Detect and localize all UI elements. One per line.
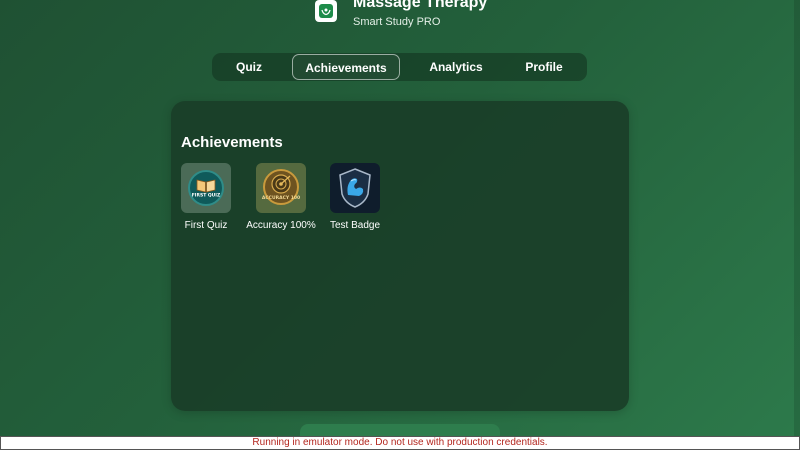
badge-label: Accuracy 100% — [246, 220, 316, 231]
svg-text:FIRST QUIZ: FIRST QUIZ — [192, 193, 221, 199]
badge-label: First Quiz — [184, 220, 228, 231]
svg-text:ACCURACY 100: ACCURACY 100 — [262, 195, 300, 201]
badge-first-quiz[interactable]: FIRST QUIZ First Quiz — [166, 163, 246, 231]
badge-test-badge[interactable]: Test Badge — [315, 163, 395, 231]
hands-logo-icon — [315, 0, 337, 22]
badge-label: Test Badge — [329, 220, 381, 231]
achievements-panel: Achievements FIRST QUIZ First Quiz ACCUR… — [171, 101, 629, 411]
emulator-warning-banner: Running in emulator mode. Do not use wit… — [0, 436, 800, 450]
panel-title: Achievements — [181, 134, 283, 151]
app-title: Massage Therapy — [353, 0, 488, 11]
flexed-arm-shield-icon — [330, 163, 380, 213]
tab-quiz[interactable]: Quiz — [222, 54, 276, 80]
tab-bar: Quiz Achievements Analytics Profile — [212, 53, 587, 81]
tab-profile[interactable]: Profile — [517, 54, 571, 80]
badge-accuracy-100[interactable]: ACCURACY 100 Accuracy 100% — [241, 163, 321, 231]
tab-analytics[interactable]: Analytics — [420, 54, 492, 80]
target-badge-icon: ACCURACY 100 — [256, 163, 306, 213]
app-subtitle: Smart Study PRO — [353, 16, 441, 28]
open-book-badge-icon: FIRST QUIZ — [181, 163, 231, 213]
page-scrollbar[interactable] — [794, 0, 800, 436]
tab-achievements[interactable]: Achievements — [292, 54, 400, 80]
